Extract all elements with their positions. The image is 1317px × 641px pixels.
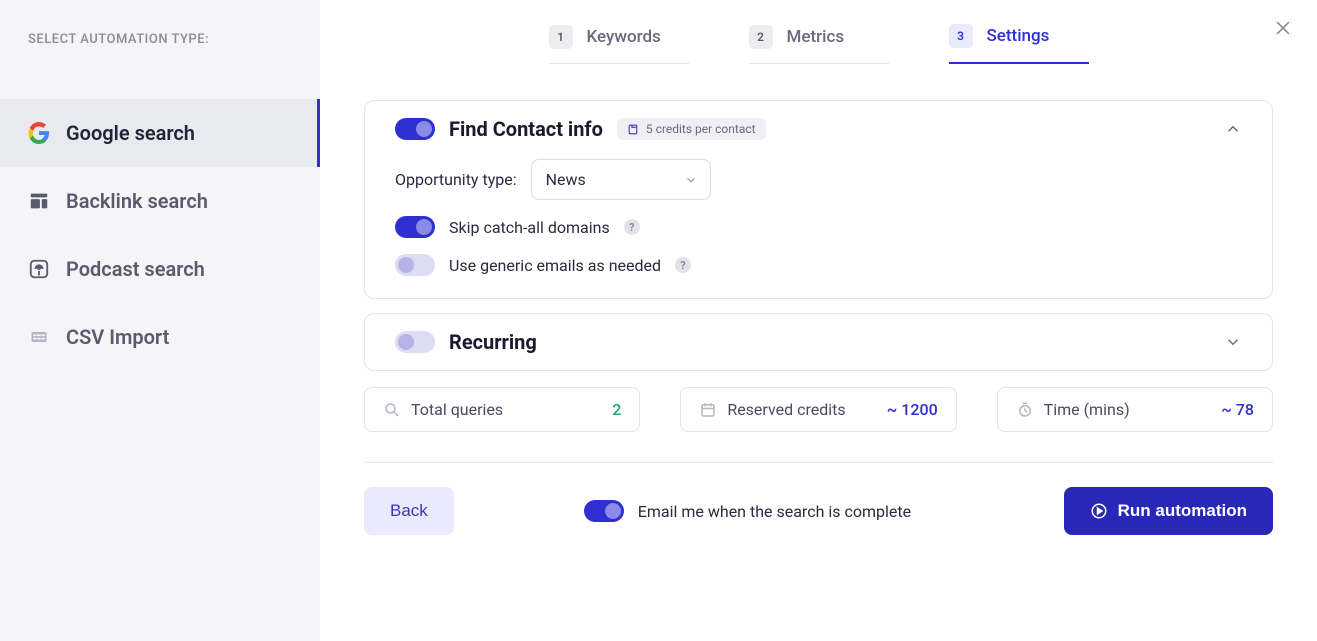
stat-total-queries: Total queries 2 bbox=[364, 387, 640, 432]
step-keywords[interactable]: 1 Keywords bbox=[549, 24, 689, 64]
close-button[interactable] bbox=[1273, 18, 1293, 38]
find-contact-card: Find Contact info 5 credits per contact … bbox=[364, 100, 1273, 299]
generic-emails-label: Use generic emails as needed bbox=[449, 256, 661, 275]
stat-value: 2 bbox=[612, 400, 621, 419]
run-automation-button[interactable]: Run automation bbox=[1064, 487, 1273, 535]
divider bbox=[364, 462, 1273, 463]
email-notify-label: Email me when the search is complete bbox=[638, 502, 911, 521]
sidebar: SELECT AUTOMATION TYPE: Google search Ba… bbox=[0, 0, 320, 641]
find-contact-header: Find Contact info 5 credits per contact bbox=[365, 101, 1272, 157]
skip-catchall-row: Skip catch-all domains ? bbox=[395, 216, 1242, 238]
step-number: 2 bbox=[749, 25, 773, 49]
footer: Back Email me when the search is complet… bbox=[364, 487, 1273, 535]
credits-badge: 5 credits per contact bbox=[617, 118, 766, 140]
clock-icon bbox=[1016, 401, 1034, 419]
stat-label: Time (mins) bbox=[1044, 400, 1130, 419]
stats-row: Total queries 2 Reserved credits ~ 1200 … bbox=[364, 387, 1273, 432]
opportunity-select[interactable]: News bbox=[531, 159, 711, 200]
find-contact-title: Find Contact info bbox=[449, 117, 603, 141]
stat-reserved-credits: Reserved credits ~ 1200 bbox=[680, 387, 956, 432]
sidebar-item-csv-import[interactable]: CSV Import bbox=[0, 303, 320, 371]
stat-label: Total queries bbox=[411, 400, 503, 419]
step-number: 1 bbox=[549, 25, 573, 49]
select-value: News bbox=[546, 170, 586, 189]
generic-emails-toggle[interactable] bbox=[395, 254, 435, 276]
find-contact-toggle[interactable] bbox=[395, 118, 435, 140]
sidebar-item-label: Podcast search bbox=[66, 257, 205, 281]
csv-icon bbox=[28, 326, 50, 348]
sidebar-item-backlink-search[interactable]: Backlink search bbox=[0, 167, 320, 235]
recurring-title: Recurring bbox=[449, 330, 537, 354]
stat-value: ~ 78 bbox=[1221, 400, 1254, 419]
opportunity-row: Opportunity type: News bbox=[395, 159, 1242, 200]
help-icon[interactable]: ? bbox=[675, 257, 691, 273]
stat-label: Reserved credits bbox=[727, 400, 845, 419]
sidebar-item-google-search[interactable]: Google search bbox=[0, 99, 320, 167]
step-metrics[interactable]: 2 Metrics bbox=[749, 24, 889, 64]
skip-catchall-toggle[interactable] bbox=[395, 216, 435, 238]
google-icon bbox=[28, 122, 50, 144]
skip-catchall-label: Skip catch-all domains bbox=[449, 218, 610, 237]
search-icon bbox=[383, 401, 401, 419]
stat-value: ~ 1200 bbox=[887, 400, 938, 419]
play-icon bbox=[1090, 502, 1108, 520]
step-label: Metrics bbox=[787, 27, 845, 47]
credit-icon bbox=[627, 123, 640, 136]
calendar-icon bbox=[699, 401, 717, 419]
sidebar-title: SELECT AUTOMATION TYPE: bbox=[0, 32, 320, 47]
step-settings[interactable]: 3 Settings bbox=[949, 24, 1089, 64]
sidebar-item-label: CSV Import bbox=[66, 325, 169, 349]
chevron-down-icon[interactable] bbox=[1224, 333, 1242, 351]
opportunity-label: Opportunity type: bbox=[395, 170, 517, 189]
badge-text: 5 credits per contact bbox=[646, 122, 756, 136]
help-icon[interactable]: ? bbox=[624, 219, 640, 235]
stat-time: Time (mins) ~ 78 bbox=[997, 387, 1273, 432]
podcast-icon bbox=[28, 258, 50, 280]
email-toggle-wrap: Email me when the search is complete bbox=[584, 500, 911, 522]
stepper: 1 Keywords 2 Metrics 3 Settings bbox=[364, 24, 1273, 64]
recurring-header: Recurring bbox=[365, 314, 1272, 370]
recurring-toggle[interactable] bbox=[395, 331, 435, 353]
main: 1 Keywords 2 Metrics 3 Settings Find Con… bbox=[320, 0, 1317, 641]
generic-emails-row: Use generic emails as needed ? bbox=[395, 254, 1242, 276]
sidebar-item-label: Backlink search bbox=[66, 189, 208, 213]
back-button[interactable]: Back bbox=[364, 487, 454, 535]
step-number: 3 bbox=[949, 24, 973, 48]
chevron-down-icon bbox=[684, 173, 698, 187]
chevron-up-icon[interactable] bbox=[1224, 120, 1242, 138]
step-label: Settings bbox=[987, 26, 1050, 46]
step-label: Keywords bbox=[587, 27, 661, 47]
backlink-icon bbox=[28, 190, 50, 212]
close-icon bbox=[1273, 18, 1293, 38]
run-button-label: Run automation bbox=[1118, 501, 1247, 521]
find-contact-body: Opportunity type: News Skip catch-all do… bbox=[365, 157, 1272, 298]
sidebar-item-label: Google search bbox=[66, 121, 195, 145]
sidebar-item-podcast-search[interactable]: Podcast search bbox=[0, 235, 320, 303]
email-notify-toggle[interactable] bbox=[584, 500, 624, 522]
recurring-card: Recurring bbox=[364, 313, 1273, 371]
